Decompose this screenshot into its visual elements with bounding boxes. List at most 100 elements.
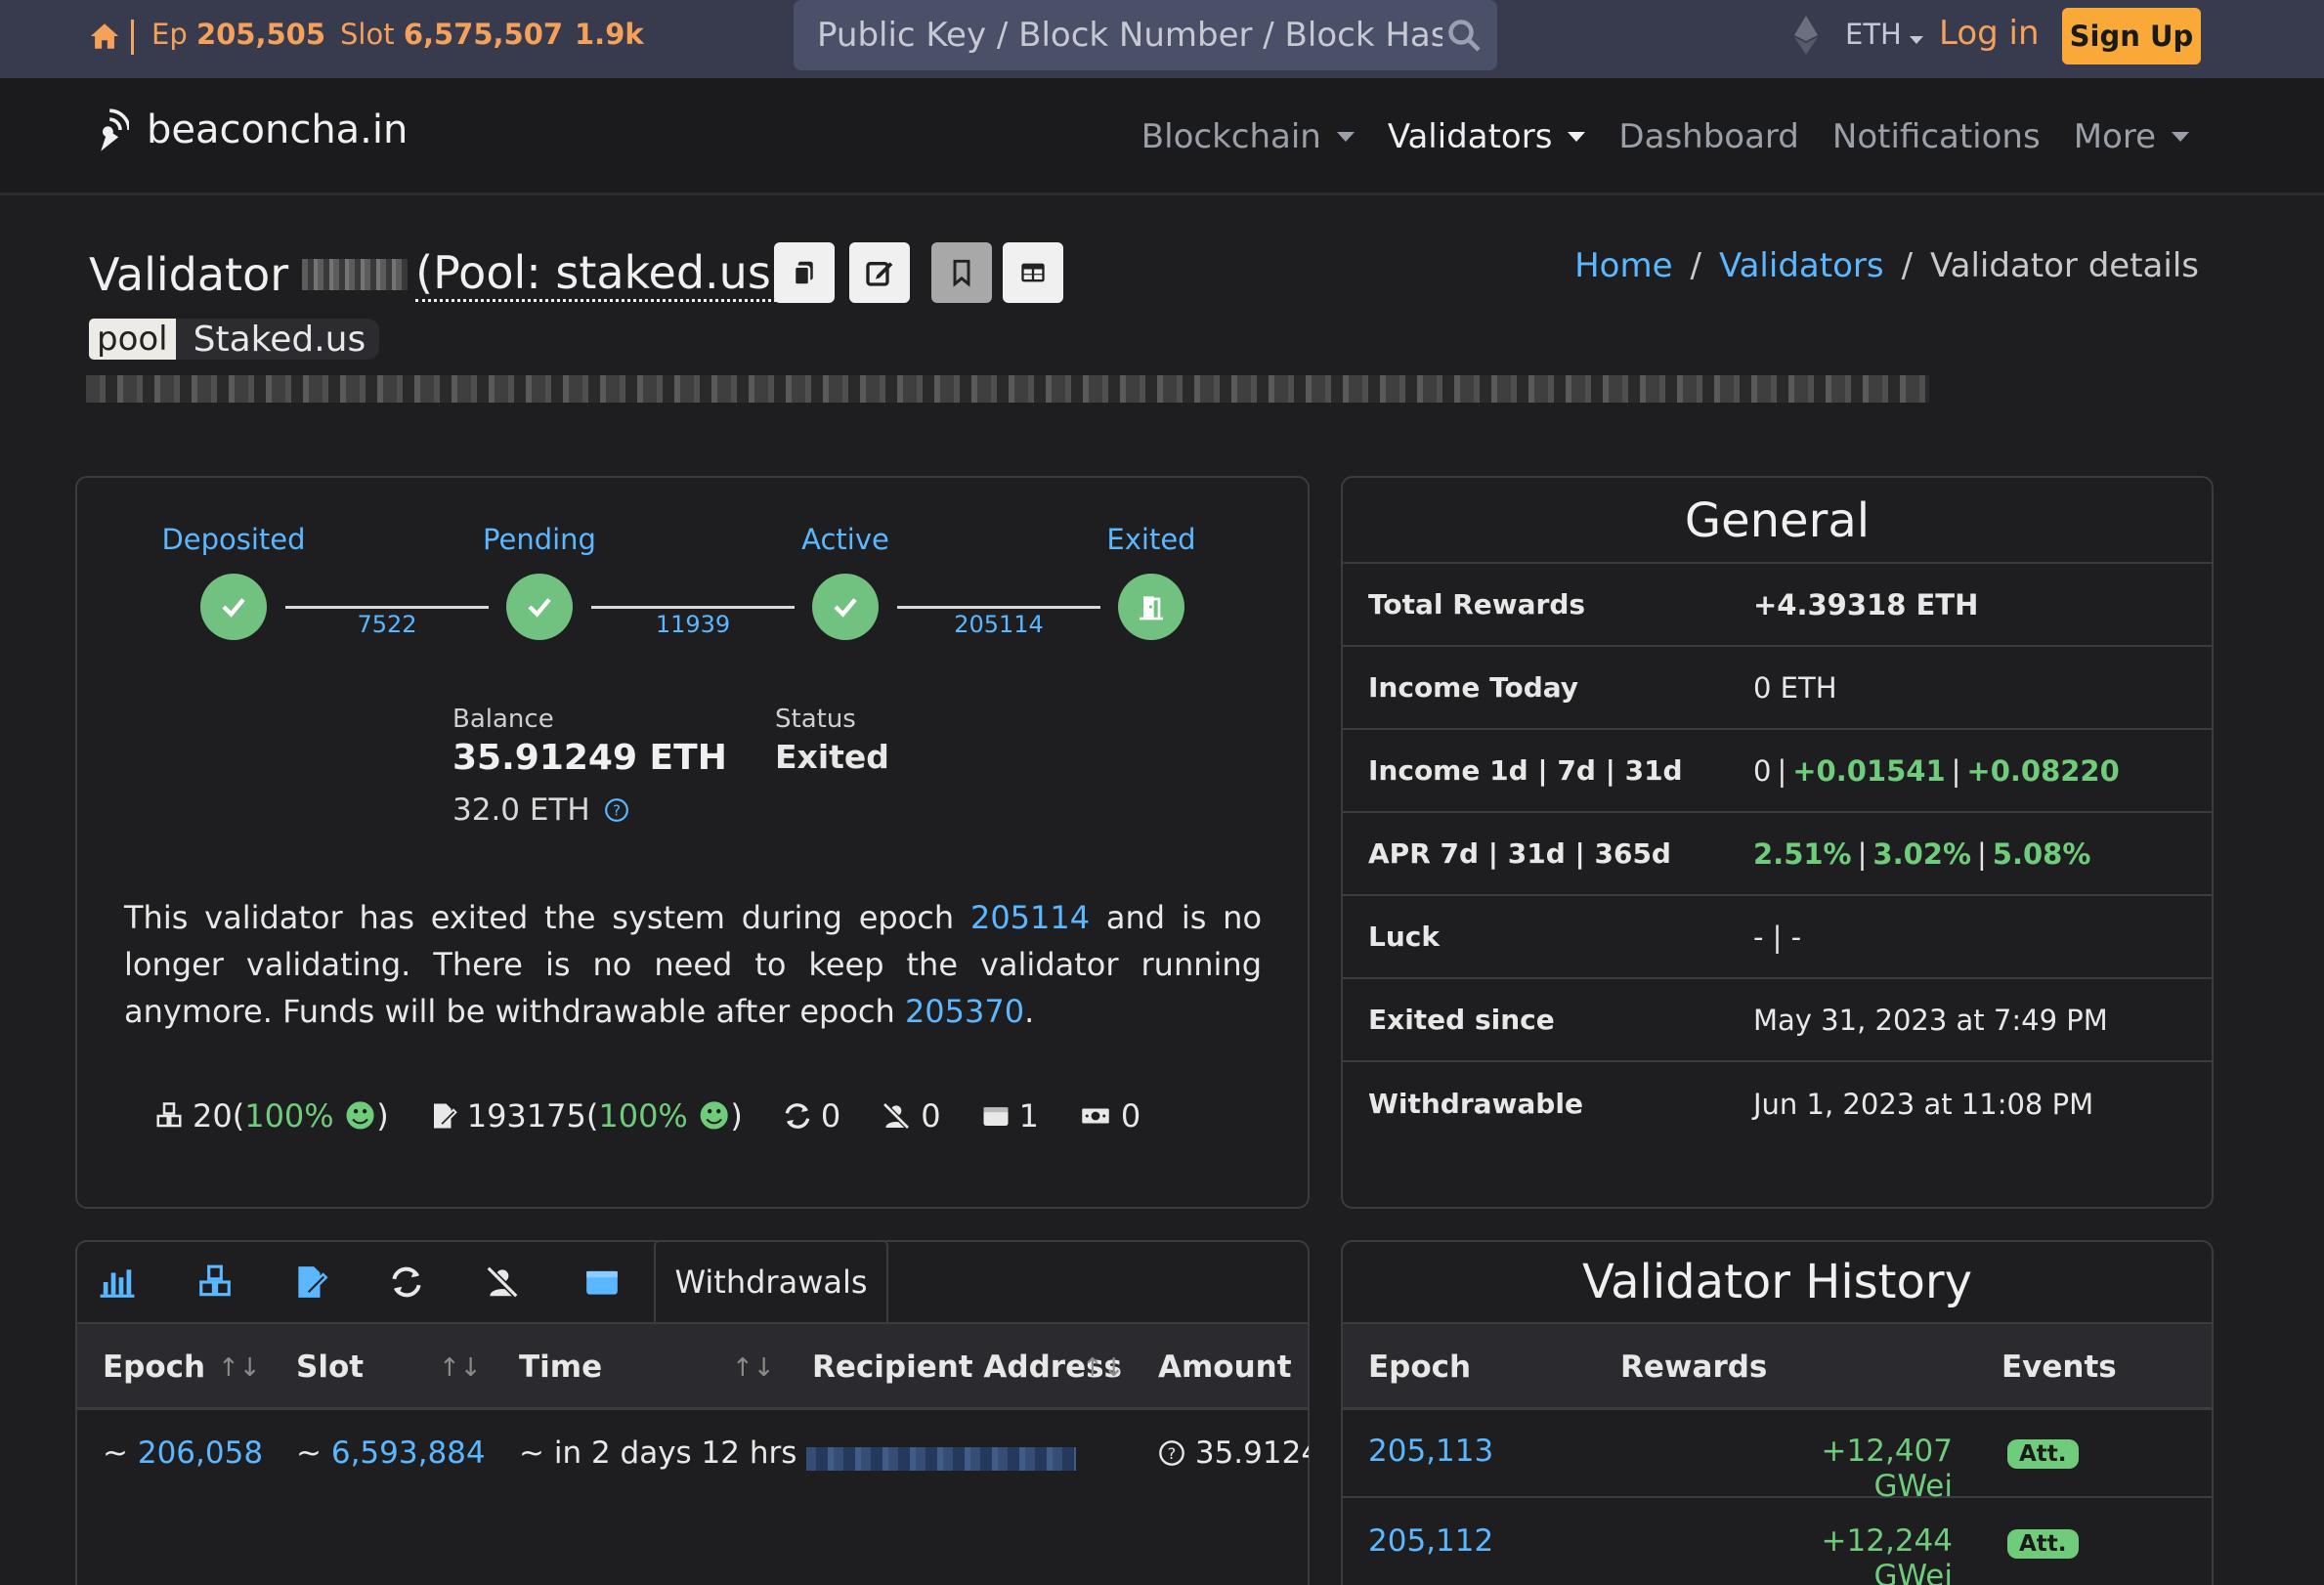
- withdraw-epoch-message-link[interactable]: 205370: [905, 993, 1024, 1030]
- sync-icon[interactable]: [388, 1264, 425, 1301]
- main-navbar: beaconcha.in Blockchain Validators Dashb…: [0, 78, 2324, 195]
- exit-epoch-link[interactable]: 205114: [911, 611, 1087, 638]
- withdrawals-stat[interactable]: 0: [1078, 1097, 1140, 1135]
- history-epoch-link[interactable]: 205,113: [1368, 1434, 1493, 1469]
- col-recipient[interactable]: Recipient Address: [812, 1349, 1122, 1385]
- validator-history-panel: Validator History Epoch Rewards Events 2…: [1341, 1240, 2214, 1585]
- epoch-indicator[interactable]: Ep 205,505: [151, 18, 325, 51]
- signup-button[interactable]: Sign Up: [2062, 8, 2201, 64]
- status-value: Exited: [775, 738, 889, 776]
- withdrawals-table-header: Epoch ↑↓ Slot ↑↓ Time ↑↓ Recipient Addre…: [77, 1322, 1308, 1410]
- pool-tag[interactable]: pool Staked.us: [89, 319, 380, 360]
- search-icon[interactable]: [1446, 18, 1482, 53]
- login-link[interactable]: Log in: [1939, 14, 2040, 53]
- sort-icon[interactable]: ↑↓: [218, 1353, 261, 1383]
- help-icon[interactable]: ?: [604, 797, 629, 823]
- history-title: Validator History: [1581, 1255, 1973, 1309]
- exit-epoch-message-link[interactable]: 205114: [970, 899, 1090, 936]
- effective-balance-value: 32.0 ETH: [452, 792, 590, 828]
- history-table-header: Epoch Rewards Events: [1343, 1322, 2212, 1410]
- search-input[interactable]: Public Key / Block Number / Block Hash /…: [794, 0, 1497, 70]
- tag-value: Staked.us: [193, 319, 366, 360]
- history-rewards: +12,244 GWei: [1821, 1523, 1953, 1585]
- pool-link[interactable]: (Pool: staked.us): [415, 246, 789, 302]
- currency-select[interactable]: ETH: [1845, 18, 1923, 51]
- nav-validators[interactable]: Validators: [1388, 117, 1586, 156]
- col-amount[interactable]: Amount: [1158, 1349, 1292, 1385]
- stage-active-label: Active: [801, 523, 889, 556]
- attestations-stat[interactable]: 193175(100% ☻): [428, 1097, 743, 1135]
- withdrawal-slot: ~ 6,593,884: [296, 1435, 486, 1471]
- slot-indicator[interactable]: Slot 6,575,507: [340, 18, 563, 51]
- slashings-stat[interactable]: 0: [880, 1097, 941, 1135]
- nav-more[interactable]: More: [2074, 117, 2189, 156]
- tab-withdrawals[interactable]: Withdrawals: [654, 1240, 888, 1322]
- apr-row: APR 7d | 31d | 365d 2.51% | 3.02% | 5.08%: [1343, 813, 2212, 896]
- table-row: 205,112 +12,244 GWei Att.: [1343, 1500, 2212, 1585]
- check-icon: [200, 574, 267, 640]
- svg-text:?: ?: [1168, 1444, 1177, 1463]
- nav-blockchain[interactable]: Blockchain: [1141, 117, 1355, 156]
- history-rewards: +12,407 GWei: [1821, 1434, 1953, 1504]
- deposit-epoch-link[interactable]: 7522: [299, 611, 475, 638]
- table-view-button[interactable]: [1003, 242, 1063, 303]
- stage-pending-label: Pending: [483, 523, 596, 556]
- sort-icon[interactable]: ↑↓: [732, 1353, 775, 1383]
- breadcrumb-home[interactable]: Home: [1574, 246, 1672, 285]
- activation-epoch-link[interactable]: 11939: [605, 611, 781, 638]
- user-slash-icon[interactable]: [484, 1264, 521, 1301]
- cubes-icon[interactable]: [196, 1264, 234, 1301]
- ethereum-icon: [1794, 16, 1818, 55]
- door-exit-icon: [1118, 574, 1184, 640]
- exit-message: This validator has exited the system dur…: [124, 899, 1263, 1030]
- exited-since-row: Exited since May 31, 2023 at 7:49 PM: [1343, 979, 2212, 1062]
- col-epoch: Epoch: [1368, 1349, 1472, 1385]
- breadcrumb-current: Validator details: [1930, 246, 2199, 285]
- check-icon: [506, 574, 573, 640]
- withdrawals-panel: Withdrawals Epoch ↑↓ Slot ↑↓ Time ↑↓ Rec…: [75, 1240, 1310, 1585]
- withdrawable-row: Withdrawable Jun 1, 2023 at 11:08 PM: [1368, 1087, 2094, 1121]
- price-indicator: 1.9k: [575, 18, 644, 51]
- top-bar: Ep 205,505 Slot 6,575,507 1.9k Public Ke…: [0, 0, 2324, 78]
- sort-icon[interactable]: ↑↓: [1082, 1353, 1125, 1383]
- smile-icon: ☻: [343, 1097, 377, 1135]
- validator-index-redacted: [302, 258, 409, 290]
- wallet-icon[interactable]: [583, 1264, 621, 1301]
- copy-button[interactable]: [774, 242, 835, 303]
- nav-dashboard[interactable]: Dashboard: [1618, 117, 1798, 156]
- breadcrumb-validators[interactable]: Validators: [1719, 246, 1884, 285]
- col-epoch[interactable]: Epoch: [103, 1349, 205, 1385]
- edit-icon: [866, 262, 893, 286]
- question-circle-icon[interactable]: ?: [1158, 1439, 1185, 1467]
- detail-tabs: Withdrawals: [77, 1240, 1308, 1322]
- proposals-stat[interactable]: 20(100% ☻): [153, 1097, 389, 1135]
- event-badge: Att.: [2007, 1529, 2079, 1559]
- withdrawal-epoch: ~ 206,058: [103, 1435, 264, 1471]
- copy-icon: [793, 261, 813, 286]
- sort-icon[interactable]: ↑↓: [439, 1353, 482, 1383]
- sync-stat[interactable]: 0: [782, 1097, 840, 1135]
- stage-connector: [897, 606, 1100, 609]
- nav-menu: Blockchain Validators Dashboard Notifica…: [1141, 117, 2189, 156]
- home-icon[interactable]: [88, 20, 121, 53]
- col-time[interactable]: Time: [519, 1349, 602, 1385]
- file-signature-icon[interactable]: [292, 1264, 329, 1301]
- recipient-address-redacted[interactable]: [806, 1447, 1076, 1471]
- cubes-icon: [156, 1102, 182, 1128]
- total-rewards-row: Total Rewards +4.39318 ETH: [1343, 564, 2212, 647]
- sync-icon: [785, 1103, 810, 1129]
- withdrawal-time: ~ in 2 days 12 hrs: [519, 1435, 797, 1471]
- chart-bar-icon[interactable]: [99, 1264, 136, 1301]
- search-placeholder: Public Key / Block Number / Block Hash /…: [817, 16, 1442, 55]
- bookmark-button[interactable]: [931, 242, 992, 303]
- edit-button[interactable]: [849, 242, 910, 303]
- income-today-row: Income Today 0 ETH: [1343, 647, 2212, 730]
- brand[interactable]: beaconcha.in: [94, 107, 408, 152]
- bookmark-icon: [953, 259, 970, 287]
- stage-exited-label: Exited: [1106, 523, 1196, 556]
- history-epoch-link[interactable]: 205,112: [1368, 1523, 1493, 1559]
- deposits-stat[interactable]: 1: [980, 1097, 1039, 1135]
- col-slot[interactable]: Slot: [296, 1349, 364, 1385]
- balance-label: Balance: [452, 705, 554, 734]
- nav-notifications[interactable]: Notifications: [1832, 117, 2041, 156]
